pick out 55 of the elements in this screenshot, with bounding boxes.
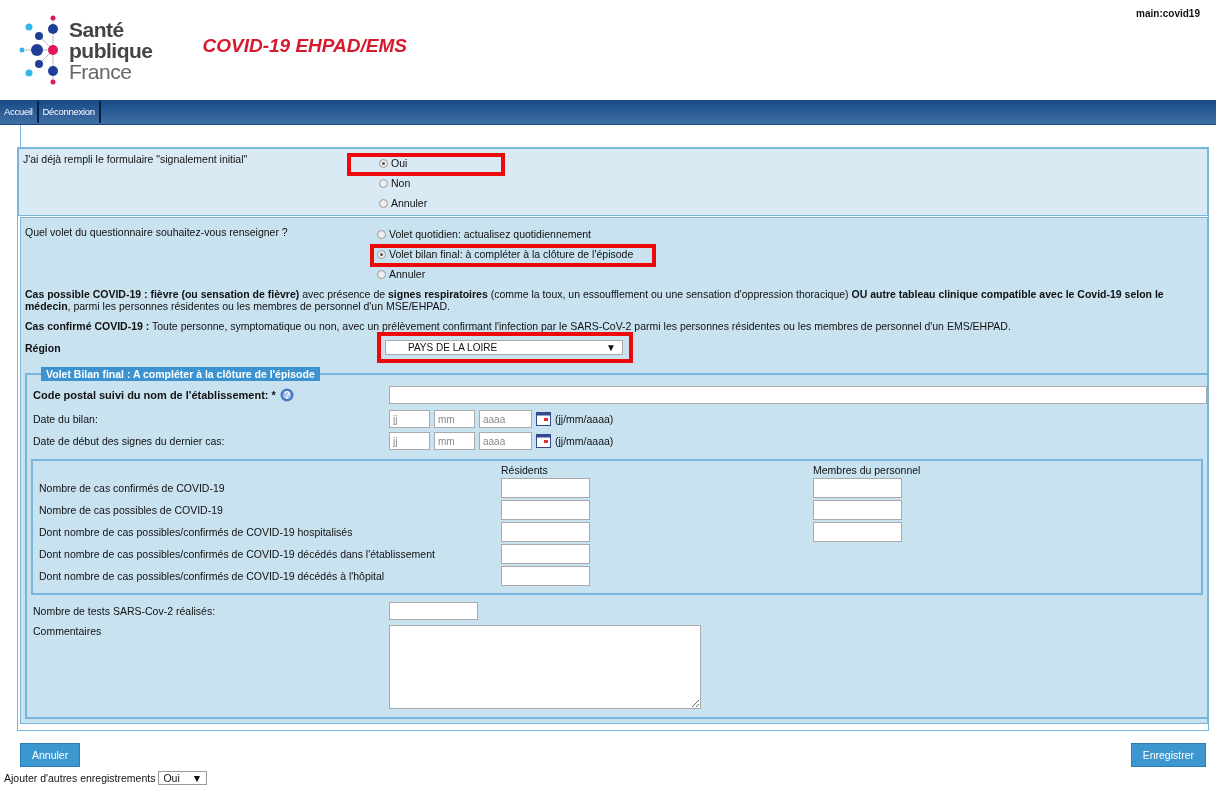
calendar-icon[interactable]: [536, 412, 551, 426]
field-label: Nombre de tests SARS-Cov-2 réalisés:: [33, 605, 217, 617]
row-label: Nombre de cas confirmés de COVID-19: [39, 482, 225, 494]
count-field[interactable]: [501, 522, 590, 542]
column-header: Résidents: [501, 464, 548, 476]
field-label: Date de début des signes du dernier cas:: [33, 435, 226, 447]
radio-option[interactable]: Oui: [379, 157, 408, 169]
count-field[interactable]: [813, 522, 902, 542]
calendar-icon[interactable]: [536, 434, 551, 448]
nav-link[interactable]: Déconnexion: [38, 101, 101, 123]
logo-text: publique: [69, 39, 153, 61]
radio-option[interactable]: Volet bilan final: à compléter à la clôture de l'épisode: [377, 248, 634, 260]
count-field[interactable]: [501, 544, 590, 564]
row-label: Dont nombre de cas possibles/confirmés de COVID-19 décédés à l'hôpital: [39, 570, 385, 582]
radio-option[interactable]: Annuler: [377, 268, 426, 280]
comments-field[interactable]: [389, 625, 701, 709]
region-label: Région: [25, 341, 62, 354]
count-field[interactable]: [501, 500, 590, 520]
question-label: J'ai déjà rempli le formulaire "signalement initial": [23, 153, 249, 167]
radio-option[interactable]: Volet quotidien: actualisez quotidiennement: [377, 228, 591, 240]
count-field[interactable]: [813, 500, 902, 520]
postal-field[interactable]: [389, 386, 1207, 404]
date-field[interactable]: jj: [389, 432, 430, 450]
date-format-hint: (jj/mm/aaaa): [555, 413, 614, 425]
radio-option[interactable]: Non: [379, 177, 411, 189]
row-label: Dont nombre de cas possibles/confirmés de COVID-19 hospitalisés: [39, 526, 353, 538]
radio-option[interactable]: Annuler: [379, 197, 428, 209]
region-select[interactable]: PAYS DE LA LOIRE ▼: [385, 340, 623, 355]
app-title: COVID-19 EHPAD/EMS: [202, 35, 407, 57]
help-icon[interactable]: [279, 388, 294, 402]
logo-text: Santé: [69, 18, 125, 40]
field-label: Commentaires: [33, 625, 103, 637]
date-field[interactable]: mm: [434, 410, 475, 428]
count-field[interactable]: [501, 478, 590, 498]
section-legend: Volet Bilan final : A compléter à la clôture de l'épisode: [41, 367, 320, 381]
row-label: Dont nombre de cas possibles/confirmés de COVID-19 décédés dans l'établissement: [39, 548, 435, 560]
add-more-select[interactable]: Oui ▼: [158, 771, 208, 785]
date-field[interactable]: jj: [389, 410, 430, 428]
count-field[interactable]: [501, 566, 590, 586]
nav-link[interactable]: Accueil: [0, 101, 39, 123]
date-field[interactable]: aaaa: [479, 432, 532, 450]
tests-field[interactable]: [389, 602, 478, 620]
count-field[interactable]: [813, 478, 902, 498]
date-field[interactable]: aaaa: [479, 410, 532, 428]
question-label: Quel volet du questionnaire souhaitez-vous renseigner ?: [25, 225, 289, 240]
definition-text: Cas possible COVID-19 : fièvre (ou sensation de fièvre) avec présence de signes respiratoires (comme la toux, un essoufflement ou une sensation d'oppression thoracique) OU autre tableau clinique compatible avec le Covid-19 selon le médecin, parmi les personnes résidentes ou les membres de personnel d'un MSE/EHPAD.: [25, 288, 1165, 312]
definition-text: Cas confirmé COVID-19 : Toute personne, symptomatique ou non, avec un prélèvement confirmant l'infection par le SARS-CoV-2 parmi les personnes résidentes ou les membres de personnel d'un EMS/EHPAD.: [25, 320, 1012, 332]
field-label: Date du bilan:: [33, 413, 99, 425]
user-name: main:covid19: [1136, 8, 1200, 19]
row-label: Nombre de cas possibles de COVID-19: [39, 504, 223, 516]
column-header: Membres du personnel: [813, 464, 921, 476]
add-more-label: Ajouter d'autres enregistrements: [4, 772, 156, 784]
field-label: Code postal suivi du nom de l'établissement: *: [33, 389, 276, 401]
date-format-hint: (jj/mm/aaaa): [555, 435, 614, 447]
date-field[interactable]: mm: [434, 432, 475, 450]
